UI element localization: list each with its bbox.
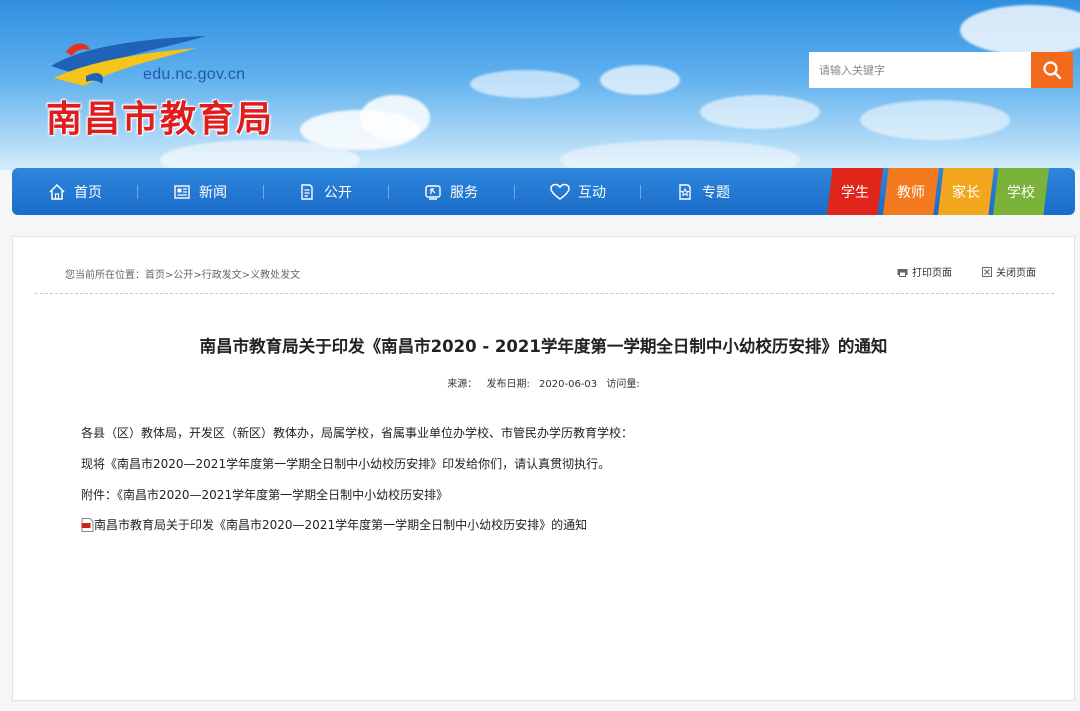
nav-label-topic: 专题 [702, 184, 730, 201]
service-icon [425, 184, 441, 200]
nav-divider [640, 185, 641, 199]
breadcrumb: 您当前所在位置：首页>公开>行政发文>义教处发文 [65, 266, 300, 281]
nav-divider [514, 185, 515, 199]
nav-label-public: 公开 [324, 184, 352, 201]
tab-label-school: 学校 [1007, 184, 1035, 201]
print-page-button[interactable]: 打印页面 [897, 264, 952, 279]
nav-divider [263, 185, 264, 199]
nav-item-public[interactable]: 公开 [298, 168, 352, 215]
pdf-file-icon [81, 517, 94, 532]
search-button[interactable] [1031, 52, 1073, 88]
divider [35, 293, 1054, 294]
site-name: 南昌市教育局 [46, 99, 275, 140]
tab-teacher[interactable]: 教师 [883, 168, 939, 215]
nav-label-home: 首页 [74, 184, 102, 201]
search-icon [1043, 61, 1062, 80]
article-panel: 您当前所在位置：首页>公开>行政发文>义教处发文 打印页面 关闭页面 南昌市教育… [12, 236, 1075, 701]
source-label: 来源： [447, 379, 478, 390]
tab-school[interactable]: 学校 [993, 168, 1049, 215]
tab-label-parent: 家长 [952, 184, 980, 201]
home-icon [49, 183, 65, 200]
article-meta: 来源： 发布日期: 2020-06-03 访问量: [13, 375, 1074, 390]
close-page-label: 关闭页面 [996, 268, 1036, 279]
nav-item-news[interactable]: 新闻 [173, 168, 227, 215]
nav-divider [137, 185, 138, 199]
article-paragraph: 各县（区）教体局，开发区（新区）教体办，局属学校，省属事业单位办学校、市管民办学… [81, 426, 634, 440]
nav-item-home[interactable]: 首页 [48, 168, 102, 215]
main-nav: 首页 新闻 公开 服务 互动 专题 学生 教师 家长 学校 [12, 168, 1075, 215]
nav-item-topic[interactable]: 专题 [676, 168, 730, 215]
visits-label: 访问量: [606, 379, 640, 390]
breadcrumb-prefix: 您当前所在位置： [65, 270, 145, 281]
header-banner: edu.nc.gov.cn 南昌市教育局 [0, 0, 1080, 170]
print-page-label: 打印页面 [912, 268, 952, 279]
close-page-button[interactable]: 关闭页面 [982, 264, 1036, 279]
nav-divider [388, 185, 389, 199]
article-paragraph: 现将《南昌市2020—2021学年度第一学期全日制中小幼校历安排》印发给你们，请… [81, 457, 611, 471]
tab-label-student: 学生 [841, 184, 869, 201]
date-label: 发布日期: [486, 379, 530, 390]
site-domain: edu.nc.gov.cn [143, 66, 246, 83]
nav-item-service[interactable]: 服务 [424, 168, 478, 215]
page-tools: 打印页面 关闭页面 [897, 264, 1036, 279]
attachment-link[interactable]: 南昌市教育局关于印发《南昌市2020—2021学年度第一学期全日制中小幼校历安排… [81, 516, 587, 533]
site-logo-icon [51, 36, 206, 86]
tab-student[interactable]: 学生 [827, 168, 883, 215]
search-input[interactable] [809, 52, 1031, 88]
tab-label-teacher: 教师 [897, 184, 925, 201]
newspaper-icon [174, 184, 190, 199]
print-icon [897, 268, 908, 277]
article-paragraph: 附件：《南昌市2020—2021学年度第一学期全日制中小幼校历安排》 [81, 488, 449, 502]
close-icon [982, 266, 992, 277]
nav-label-service: 服务 [450, 184, 478, 201]
nav-item-interact[interactable]: 互动 [550, 168, 606, 215]
article-title: 南昌市教育局关于印发《南昌市2020 - 2021学年度第一学期全日制中小幼校历… [199, 337, 888, 356]
attachment-label: 南昌市教育局关于印发《南昌市2020—2021学年度第一学期全日制中小幼校历安排… [94, 518, 588, 532]
heart-icon [550, 183, 570, 200]
tab-parent[interactable]: 家长 [938, 168, 994, 215]
publish-date: 2020-06-03 [539, 379, 598, 390]
nav-label-news: 新闻 [199, 184, 227, 201]
breadcrumb-path[interactable]: 首页>公开>行政发文>义教处发文 [145, 270, 300, 281]
search-box [809, 52, 1073, 88]
topic-icon [679, 183, 691, 200]
nav-label-interact: 互动 [578, 184, 606, 201]
document-icon [301, 183, 313, 200]
